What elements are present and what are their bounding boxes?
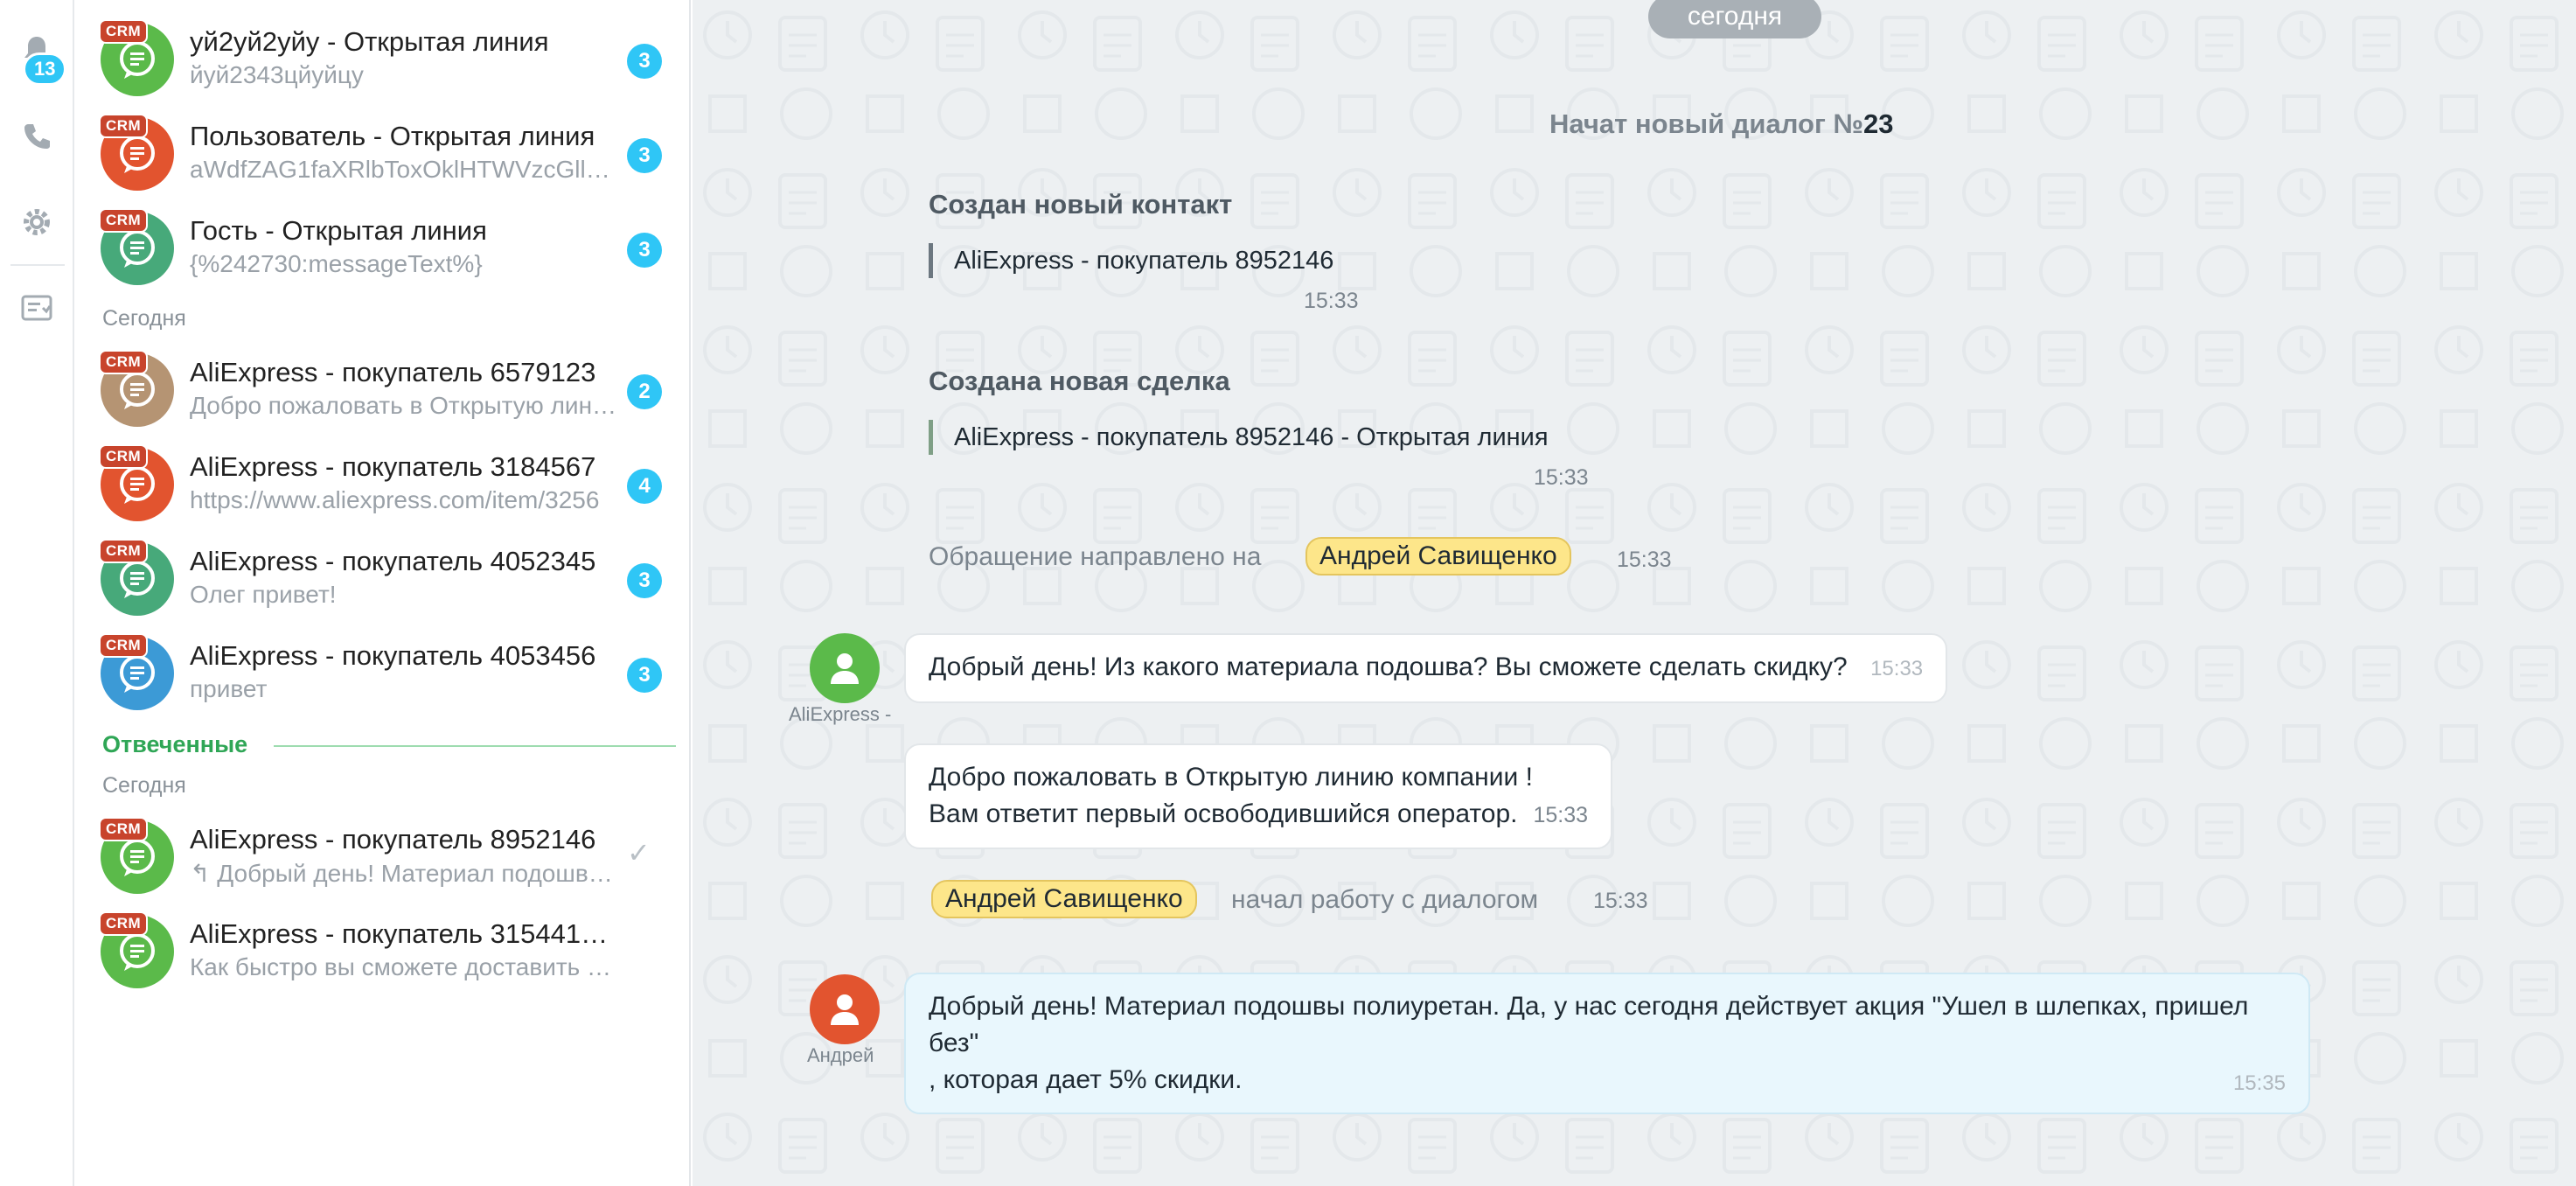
client-name-caption: AliExpress - — [789, 703, 892, 725]
chat-preview: {%242730:messageText%} — [190, 250, 483, 277]
chat-list-item[interactable]: CRM AliExpress - покупатель 3154415 - От… — [76, 904, 689, 999]
chat-title: AliExpress - покупатель 3154415 - Открыт… — [190, 918, 618, 949]
section-divider — [274, 745, 676, 747]
unread-count-badge: 3 — [627, 138, 662, 173]
routed-notice: Обращение направлено на — [929, 542, 1262, 571]
message-text: Добрый день! Материал подошвы полиуретан… — [929, 992, 2249, 1057]
operator-name-tag[interactable]: Андрей Савищенко — [1305, 537, 1571, 576]
chat-preview: привет — [190, 675, 268, 702]
crm-badge: CRM — [99, 911, 149, 936]
section-label-today: Сегодня — [102, 306, 186, 331]
message-text: , которая дает 5% скидки. — [929, 1065, 1243, 1094]
phone-icon[interactable] — [12, 112, 61, 161]
crm-badge: CRM — [99, 350, 149, 374]
message-time: 15:33 — [1534, 465, 1589, 490]
checkmark-icon: ✓ — [627, 837, 651, 869]
user-icon — [831, 994, 859, 1025]
chat-title: Гость - Открытая линия — [190, 215, 487, 246]
message-time: 15:35 — [2232, 1071, 2286, 1095]
section-label-answered: Отвеченные — [102, 731, 248, 757]
client-avatar[interactable] — [810, 633, 880, 703]
chat-list-item[interactable]: CRM Гость - Открытая линия {%242730:mess… — [76, 201, 689, 296]
chat-preview: https://www.aliexpress.com/item/3256 — [190, 486, 600, 513]
message-text: Добро пожаловать в Открытую линию компан… — [929, 763, 1533, 792]
chat-preview: aWdfZAG1faXRlbToxOklHTWVzcGllbnNl — [190, 156, 618, 183]
unread-count-badge: 3 — [627, 658, 662, 693]
crm-badge: CRM — [99, 539, 149, 563]
chat-preview: Олег привет! — [190, 581, 337, 608]
chat-preview: Как быстро вы сможете доставить товар? — [190, 953, 618, 980]
unread-count-badge: 3 — [627, 563, 662, 598]
gear-icon[interactable] — [12, 198, 61, 247]
contact-created-link[interactable]: AliExpress - покупатель 8952146 — [929, 243, 1333, 278]
welcome-message-bubble: Добро пожаловать в Открытую линию компан… — [904, 743, 1613, 849]
contact-created-title: Создан новый контакт — [929, 189, 1233, 220]
crm-badge: CRM — [99, 444, 149, 469]
unread-count-badge: 3 — [627, 44, 662, 79]
message-time: 15:33 — [1304, 289, 1359, 313]
notifications-count-badge: 13 — [23, 52, 67, 86]
chat-list-item[interactable]: CRM AliExpress - покупатель 4053456 прив… — [76, 626, 689, 721]
chat-list: CRM уй2уй2уйу - Открытая линия йуй2343цй… — [76, 0, 691, 1186]
chat-list-item[interactable]: CRM Пользователь - Открытая линия aWdfZA… — [76, 107, 689, 201]
message-text: Вам ответит первый освободившийся операт… — [929, 799, 1518, 828]
date-separator: сегодня — [1648, 0, 1821, 38]
chat-title: AliExpress - покупатель 6579123 — [190, 357, 596, 387]
chat-title: AliExpress - покупатель 8952146 — [190, 824, 596, 855]
operator-started-notice: начал работу с диалогом — [1231, 885, 1539, 914]
chat-area: сегодня Начат новый диалог №23 Создан но… — [693, 0, 2576, 1186]
chat-preview: ↰ Добрый день! Материал подошвы полиурет… — [190, 860, 618, 887]
unread-count-badge: 4 — [627, 469, 662, 504]
user-icon — [831, 653, 859, 684]
operator-name-tag[interactable]: Андрей Савищенко — [931, 880, 1197, 918]
chat-preview: йуй2343цйуйцу — [190, 61, 364, 88]
dialog-started-notice: Начат новый диалог №23 — [1549, 108, 1894, 139]
client-message-bubble: Добрый день! Из какого материала подошва… — [904, 633, 1948, 703]
crm-badge: CRM — [99, 19, 149, 44]
chat-title: AliExpress - покупатель 4053456 — [190, 640, 596, 671]
crm-badge: CRM — [99, 817, 149, 841]
operator-name-caption: Андрей — [807, 1044, 874, 1066]
unread-count-badge: 3 — [627, 233, 662, 268]
message-time: 15:33 — [1593, 889, 1648, 913]
chat-list-item[interactable]: CRM AliExpress - покупатель 4052345 Олег… — [76, 532, 689, 626]
crm-badge: CRM — [99, 114, 149, 138]
list-icon[interactable] — [12, 283, 61, 332]
chat-title: Пользователь - Открытая линия — [190, 121, 595, 151]
rail-divider — [10, 264, 65, 266]
message-text: Добрый день! Из какого материала подошва… — [929, 652, 1848, 681]
message-time: 15:33 — [1870, 657, 1924, 680]
left-rail: 13 — [0, 0, 74, 1186]
crm-badge: CRM — [99, 208, 149, 233]
message-time: 15:33 — [1533, 803, 1589, 827]
chat-list-item[interactable]: CRM AliExpress - покупатель 3184567 http… — [76, 437, 689, 532]
operator-avatar[interactable] — [810, 974, 880, 1044]
chat-title: уй2уй2уйу - Открытая линия — [190, 26, 549, 57]
chat-list-item[interactable]: CRM AliExpress - покупатель 6579123 Добр… — [76, 343, 689, 437]
chat-title: AliExpress - покупатель 4052345 — [190, 546, 596, 576]
deal-created-link[interactable]: AliExpress - покупатель 8952146 - Открыт… — [929, 420, 1549, 455]
message-time: 15:33 — [1617, 548, 1672, 572]
section-label-today: Сегодня — [102, 773, 186, 798]
chat-preview: Добро пожаловать в Открытую линию — [190, 392, 618, 419]
crm-badge: CRM — [99, 633, 149, 658]
unread-count-badge: 2 — [627, 374, 662, 409]
deal-created-title: Создана новая сделка — [929, 366, 1230, 396]
chat-title: AliExpress - покупатель 3184567 — [190, 451, 596, 482]
chat-list-item[interactable]: CRM AliExpress - покупатель 8952146 ↰ До… — [76, 810, 689, 904]
chat-list-item[interactable]: CRM уй2уй2уйу - Открытая линия йуй2343цй… — [76, 12, 689, 107]
operator-message-bubble: Добрый день! Материал подошвы полиуретан… — [904, 973, 2310, 1114]
